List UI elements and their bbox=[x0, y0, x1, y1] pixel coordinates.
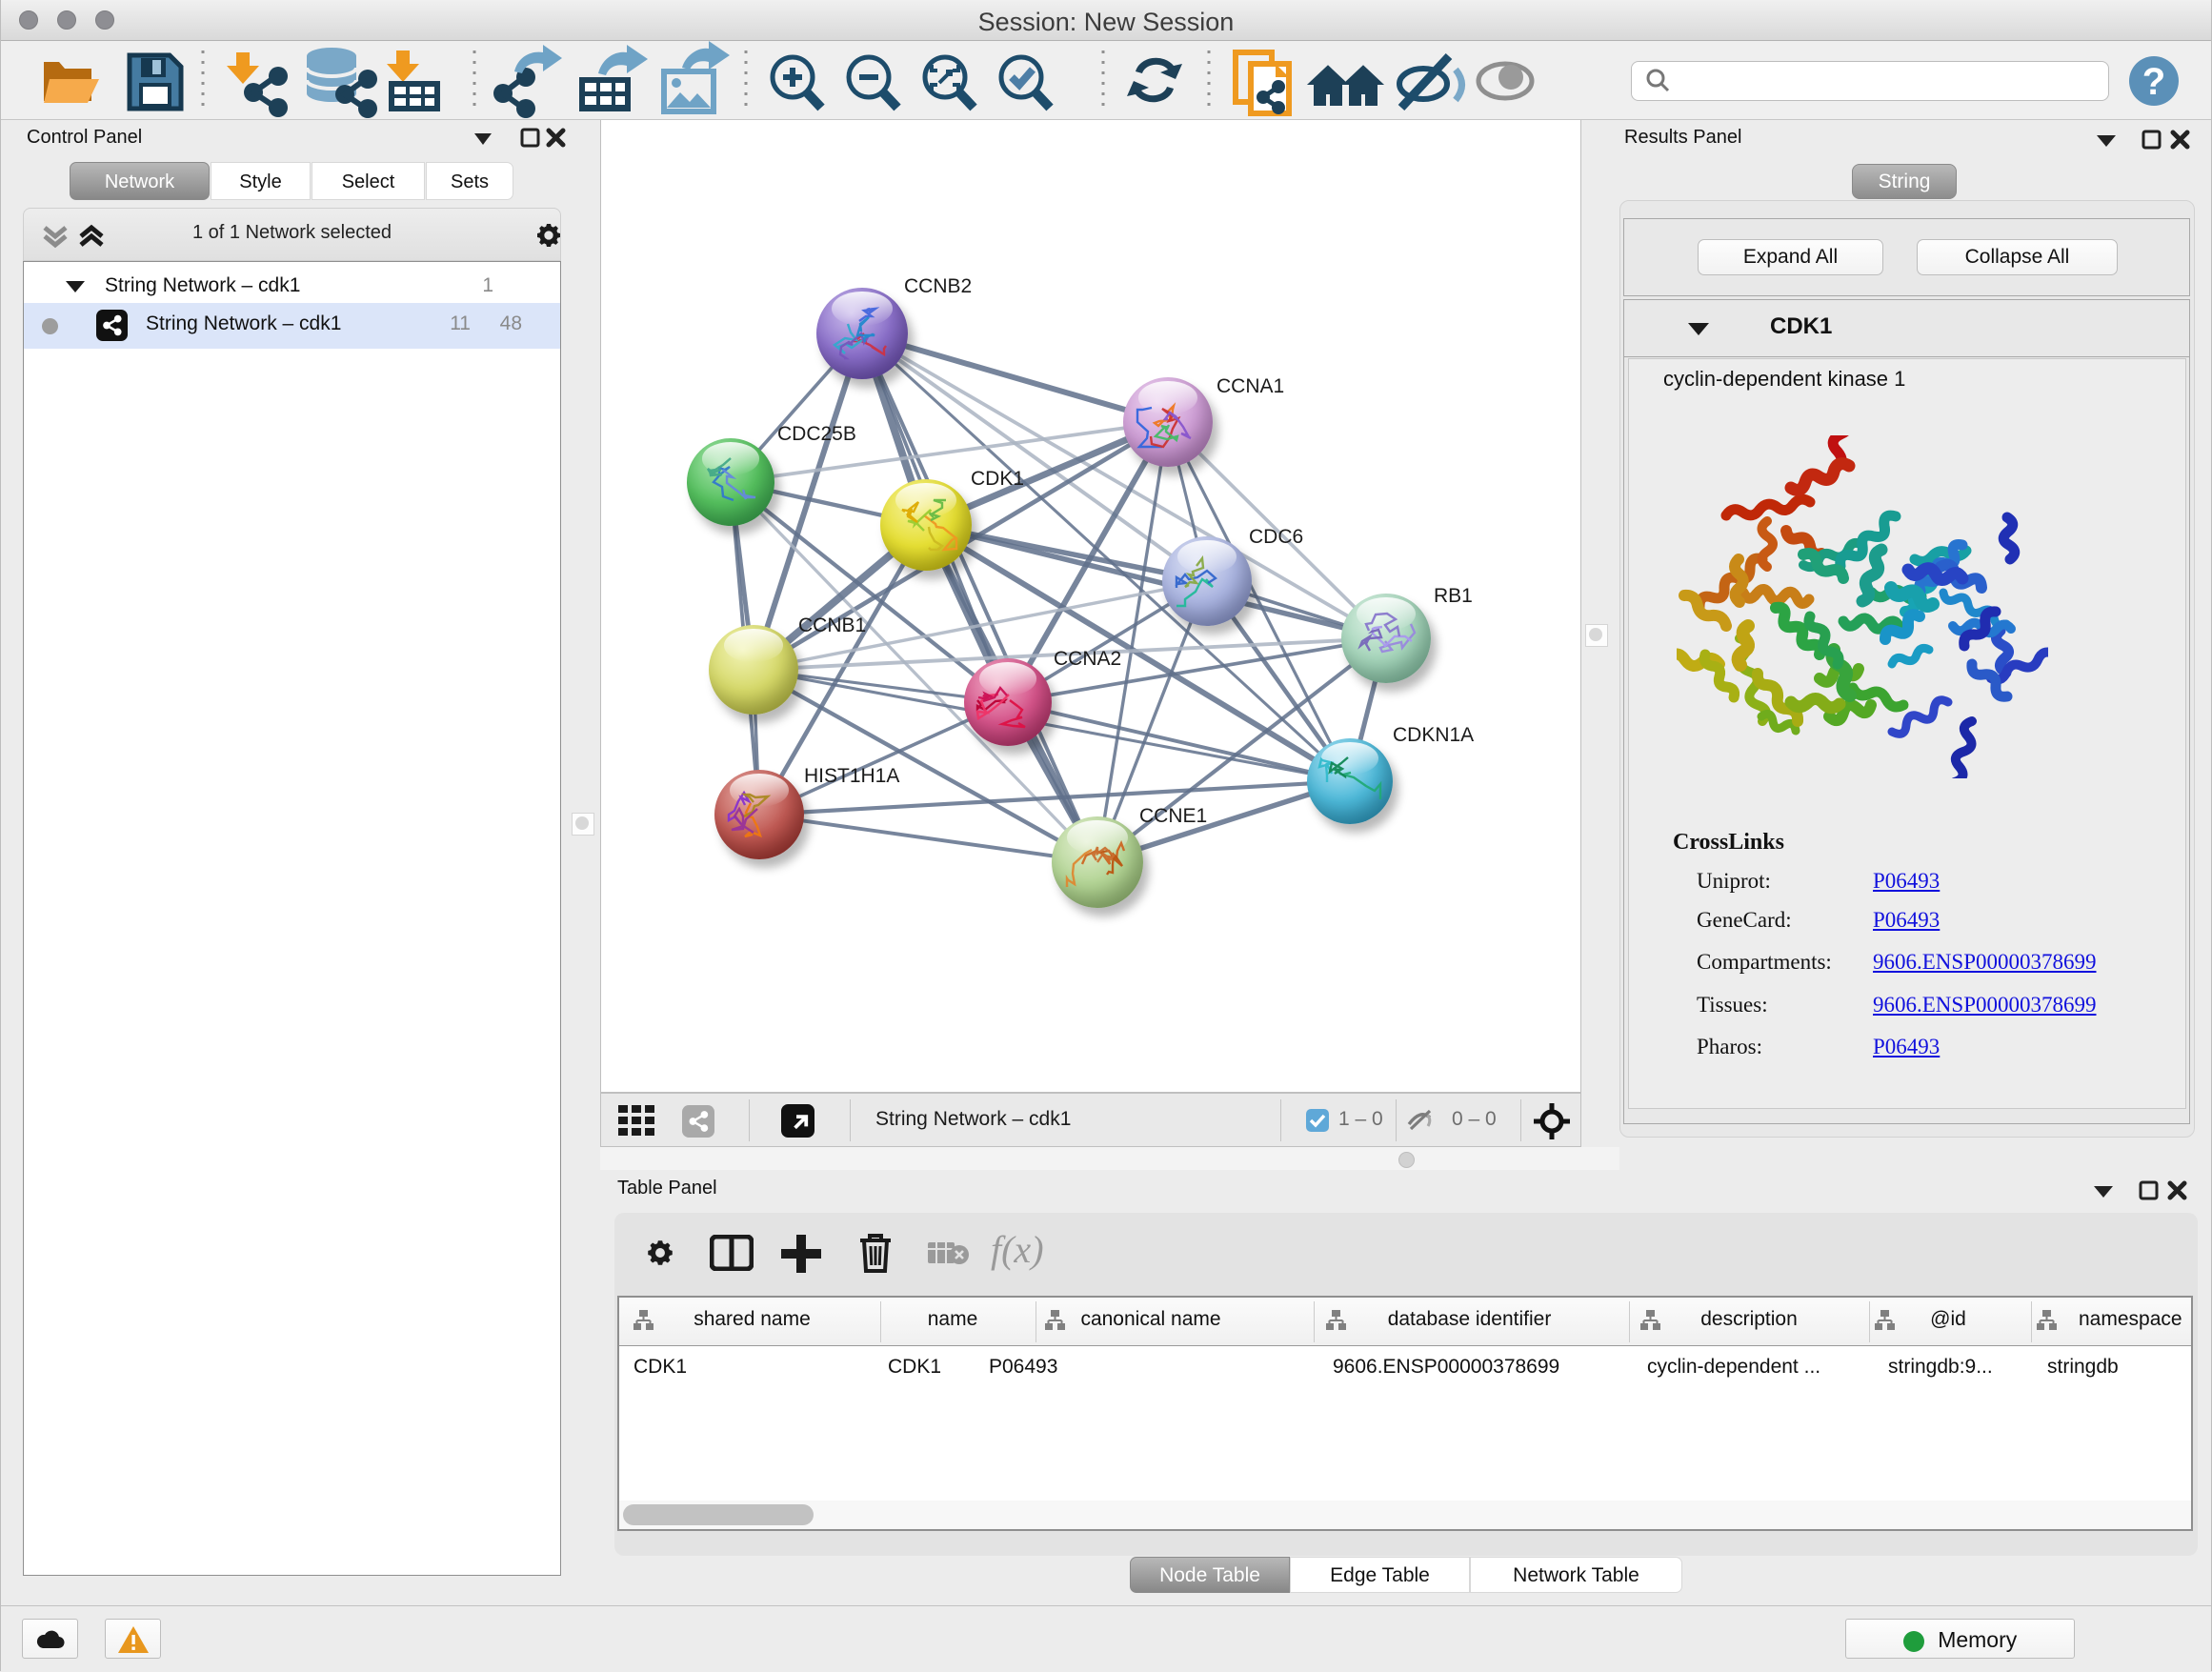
svg-text:?: ? bbox=[2142, 61, 2165, 103]
